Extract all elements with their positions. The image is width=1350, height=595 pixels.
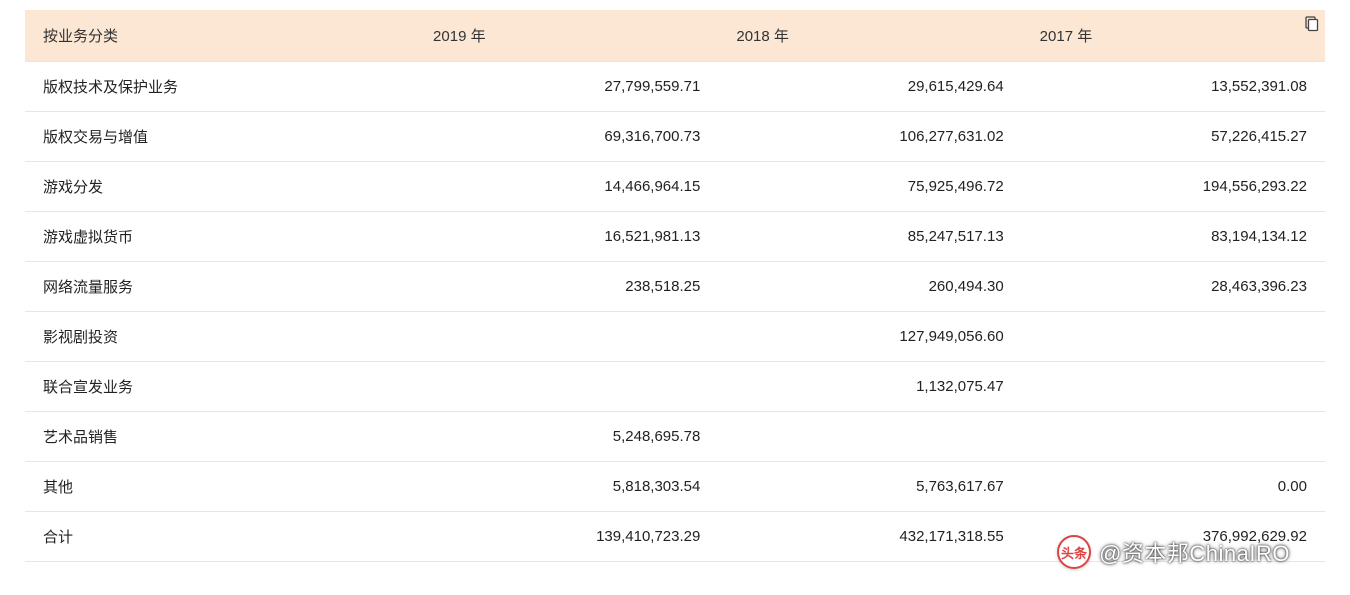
table-header-row: 按业务分类 2019 年 2018 年 2017 年 <box>25 10 1325 62</box>
table-row: 游戏分发14,466,964.1575,925,496.72194,556,29… <box>25 162 1325 212</box>
row-value: 432,171,318.55 <box>718 512 1021 562</box>
table-row: 版权技术及保护业务27,799,559.7129,615,429.6413,55… <box>25 62 1325 112</box>
row-value: 16,521,981.13 <box>415 212 718 262</box>
row-value: 1,132,075.47 <box>718 362 1021 412</box>
row-value: 13,552,391.08 <box>1022 62 1325 112</box>
row-label: 艺术品销售 <box>25 412 415 462</box>
table-row: 网络流量服务238,518.25260,494.3028,463,396.23 <box>25 262 1325 312</box>
col-header-2019: 2019 年 <box>415 10 718 62</box>
table-row: 其他5,818,303.545,763,617.670.00 <box>25 462 1325 512</box>
row-label: 版权交易与增值 <box>25 112 415 162</box>
row-label: 网络流量服务 <box>25 262 415 312</box>
row-value: 5,763,617.67 <box>718 462 1021 512</box>
row-value <box>718 412 1021 462</box>
row-value: 127,949,056.60 <box>718 312 1021 362</box>
row-value: 106,277,631.02 <box>718 112 1021 162</box>
row-value: 194,556,293.22 <box>1022 162 1325 212</box>
row-value <box>415 312 718 362</box>
row-value: 29,615,429.64 <box>718 62 1021 112</box>
copy-icon[interactable] <box>1303 16 1319 32</box>
business-revenue-table: 按业务分类 2019 年 2018 年 2017 年 版权技术及保护业务27,7… <box>25 10 1325 562</box>
row-label: 联合宣发业务 <box>25 362 415 412</box>
row-value <box>1022 312 1325 362</box>
row-value: 260,494.30 <box>718 262 1021 312</box>
row-value: 28,463,396.23 <box>1022 262 1325 312</box>
row-value: 14,466,964.15 <box>415 162 718 212</box>
row-value <box>1022 412 1325 462</box>
row-value <box>415 362 718 412</box>
row-value: 57,226,415.27 <box>1022 112 1325 162</box>
col-header-2018: 2018 年 <box>718 10 1021 62</box>
row-value: 75,925,496.72 <box>718 162 1021 212</box>
row-value: 139,410,723.29 <box>415 512 718 562</box>
row-value: 0.00 <box>1022 462 1325 512</box>
row-value <box>1022 362 1325 412</box>
row-value: 69,316,700.73 <box>415 112 718 162</box>
table-row: 影视剧投资 127,949,056.60 <box>25 312 1325 362</box>
table-row: 版权交易与增值69,316,700.73106,277,631.0257,226… <box>25 112 1325 162</box>
table-row: 游戏虚拟货币16,521,981.1385,247,517.1383,194,1… <box>25 212 1325 262</box>
col-header-category: 按业务分类 <box>25 10 415 62</box>
row-value: 376,992,629.92 <box>1022 512 1325 562</box>
row-value: 5,248,695.78 <box>415 412 718 462</box>
row-value: 27,799,559.71 <box>415 62 718 112</box>
row-label: 影视剧投资 <box>25 312 415 362</box>
row-label: 其他 <box>25 462 415 512</box>
col-header-2017: 2017 年 <box>1022 10 1325 62</box>
table-row: 艺术品销售5,248,695.78 <box>25 412 1325 462</box>
row-label: 版权技术及保护业务 <box>25 62 415 112</box>
row-label: 游戏虚拟货币 <box>25 212 415 262</box>
row-value: 5,818,303.54 <box>415 462 718 512</box>
table-row: 合计139,410,723.29432,171,318.55376,992,62… <box>25 512 1325 562</box>
row-value: 238,518.25 <box>415 262 718 312</box>
table-row: 联合宣发业务 1,132,075.47 <box>25 362 1325 412</box>
row-value: 85,247,517.13 <box>718 212 1021 262</box>
col-header-2017-label: 2017 年 <box>1040 28 1093 45</box>
row-label: 游戏分发 <box>25 162 415 212</box>
row-value: 83,194,134.12 <box>1022 212 1325 262</box>
row-label: 合计 <box>25 512 415 562</box>
